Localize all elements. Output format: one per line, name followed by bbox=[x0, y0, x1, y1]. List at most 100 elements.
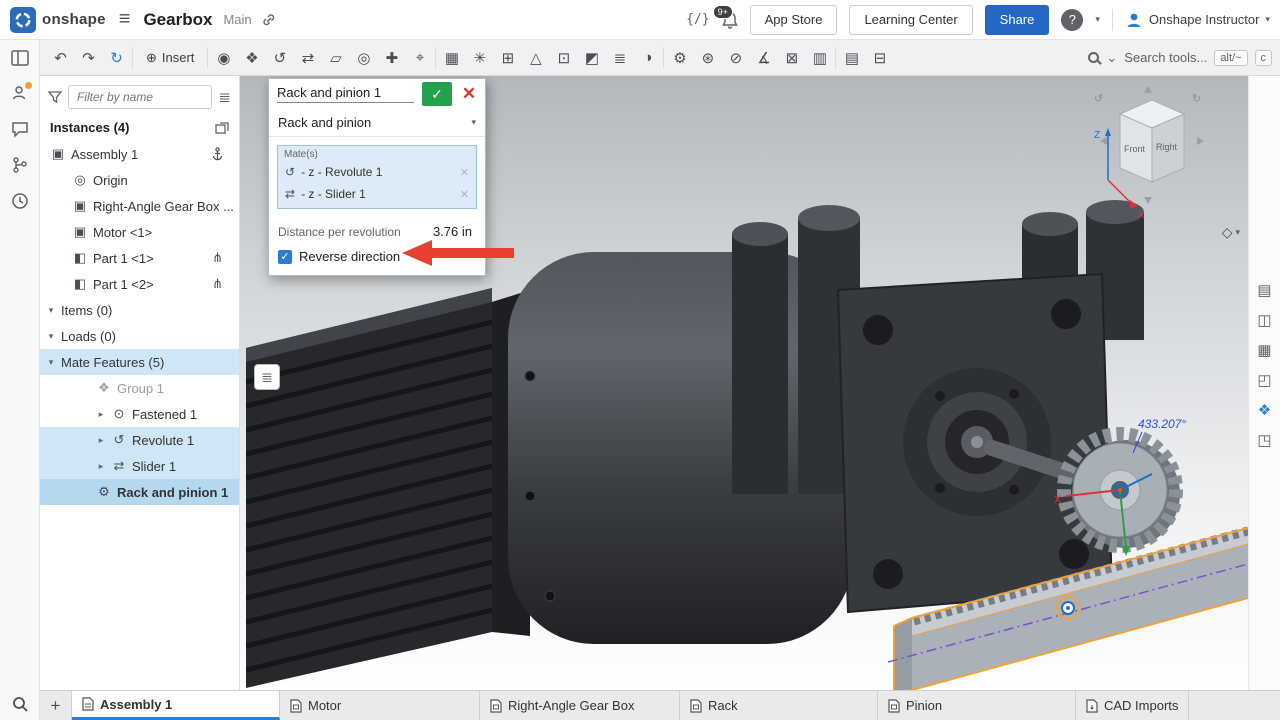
tree-item-fastened1[interactable]: ▸ ⊙ Fastened 1 bbox=[40, 401, 239, 427]
mate-item-slider[interactable]: ⇄ - z - Slider 1 ✕ bbox=[278, 183, 476, 205]
open-panel-icon[interactable] bbox=[215, 122, 229, 134]
export-panel-icon[interactable]: ◳ bbox=[1257, 431, 1271, 449]
gearbox-flange[interactable] bbox=[838, 274, 1112, 612]
planar-tool-icon[interactable]: ▱ bbox=[323, 45, 348, 71]
learning-center-button[interactable]: Learning Center bbox=[849, 5, 972, 35]
filter-icon[interactable] bbox=[48, 91, 62, 103]
insert-button[interactable]: ⊕ Insert bbox=[136, 45, 204, 71]
assembly-features-toggle[interactable]: ≣ bbox=[254, 364, 280, 390]
search-zoom-icon[interactable] bbox=[11, 695, 29, 713]
help-button[interactable]: ? bbox=[1061, 9, 1083, 31]
chevron-right-icon[interactable]: ▸ bbox=[96, 435, 106, 446]
share-button[interactable]: Share bbox=[985, 5, 1050, 35]
remove-mate-icon[interactable]: ✕ bbox=[460, 166, 469, 179]
gear-relation-tool-icon[interactable]: ⚙ bbox=[667, 45, 692, 71]
help-caret-icon[interactable]: ▾ bbox=[1095, 14, 1100, 25]
revolute-tool-icon[interactable]: ↺ bbox=[267, 45, 292, 71]
group-tool-icon[interactable]: ❖ bbox=[239, 45, 264, 71]
tree-item-group1[interactable]: ❖ Group 1 bbox=[40, 375, 239, 401]
feature-script-icon[interactable]: {/} bbox=[686, 12, 709, 27]
chevron-right-icon[interactable]: ▸ bbox=[96, 461, 106, 472]
appearance-tool-icon[interactable]: ◑ bbox=[635, 45, 660, 71]
mate-type-dropdown[interactable]: Rack and pinion ▾ bbox=[269, 109, 485, 137]
chevron-right-icon[interactable]: ▸ bbox=[96, 409, 106, 420]
viewcube-arrow-up[interactable] bbox=[1144, 86, 1152, 93]
main-menu-icon[interactable]: ≡ bbox=[115, 8, 135, 31]
mate-tool-icon[interactable]: ◉ bbox=[211, 45, 236, 71]
3d-viewport[interactable]: X 433.207° bbox=[240, 76, 1248, 690]
tree-item-motor[interactable]: ▣ Motor <1> bbox=[40, 219, 239, 245]
versions-icon[interactable] bbox=[11, 156, 29, 174]
tab-pinion[interactable]: Pinion bbox=[878, 691, 1076, 720]
filter-by-name-input[interactable] bbox=[68, 85, 212, 109]
translate-tool-icon[interactable]: ✚ bbox=[379, 45, 404, 71]
sync-icon[interactable]: ↻ bbox=[104, 45, 129, 71]
document-title[interactable]: Gearbox bbox=[143, 10, 212, 30]
rotate-cw-icon[interactable]: ↻ bbox=[1192, 93, 1201, 105]
interference-tool-icon[interactable]: ⊠ bbox=[779, 45, 804, 71]
tables-panel-icon[interactable]: ▦ bbox=[1257, 341, 1271, 359]
viewcube-arrow-left[interactable] bbox=[1100, 137, 1107, 145]
comments-icon[interactable] bbox=[11, 120, 29, 138]
app-store-button[interactable]: App Store bbox=[750, 5, 838, 35]
add-tab-button[interactable]: + bbox=[40, 691, 72, 720]
motor-fin-block[interactable] bbox=[246, 288, 492, 688]
remove-mate-icon[interactable]: ✕ bbox=[460, 188, 469, 201]
viewcube-arrow-right[interactable] bbox=[1197, 137, 1204, 145]
tree-item-revolute1[interactable]: ▸ ↺ Revolute 1 bbox=[40, 427, 239, 453]
tab-motor[interactable]: Motor bbox=[280, 691, 480, 720]
tree-item-items[interactable]: ▾ Items (0) bbox=[40, 297, 239, 323]
screw-relation-tool-icon[interactable]: ⊘ bbox=[723, 45, 748, 71]
layout-panel-icon[interactable]: ◰ bbox=[1257, 371, 1271, 389]
circular-pattern-tool-icon[interactable]: ✳ bbox=[467, 45, 492, 71]
chevron-down-icon[interactable]: ▾ bbox=[46, 331, 56, 342]
view-cube[interactable]: ↺ ↻ Front Right Z bbox=[1088, 84, 1208, 224]
undo-icon[interactable]: ↶ bbox=[48, 45, 73, 71]
tab-assembly1[interactable]: Assembly 1 bbox=[72, 691, 280, 720]
viewcube-arrow-down[interactable] bbox=[1144, 197, 1152, 204]
onshape-logo[interactable]: onshape bbox=[10, 7, 106, 33]
ball-tool-icon[interactable]: ◎ bbox=[351, 45, 376, 71]
explode-tool-icon[interactable]: △ bbox=[523, 45, 548, 71]
tree-item-loads[interactable]: ▾ Loads (0) bbox=[40, 323, 239, 349]
mate-item-revolute[interactable]: ↺ - z - Revolute 1 ✕ bbox=[278, 161, 476, 183]
document-panels-icon[interactable] bbox=[11, 50, 29, 66]
display-states-tool-icon[interactable]: ◩ bbox=[579, 45, 604, 71]
rotate-ccw-icon[interactable]: ↺ bbox=[1094, 93, 1103, 105]
search-tools[interactable]: ⌄ Search tools... alt/~ c bbox=[1088, 50, 1272, 66]
frame-tool-icon[interactable]: ▥ bbox=[807, 45, 832, 71]
sheet-metal-tool-icon[interactable]: ▤ bbox=[839, 45, 864, 71]
tree-item-part1-1[interactable]: ◧ Part 1 <1> ⋔ bbox=[40, 245, 239, 271]
dialog-cancel-button[interactable]: ✕ bbox=[459, 84, 479, 104]
tab-right-angle-gear-box[interactable]: Right-Angle Gear Box bbox=[480, 691, 680, 720]
slider-tool-icon[interactable]: ⇄ bbox=[295, 45, 320, 71]
replicate-tool-icon[interactable]: ⊞ bbox=[495, 45, 520, 71]
redo-icon[interactable]: ↷ bbox=[76, 45, 101, 71]
tree-item-slider1[interactable]: ▸ ⇄ Slider 1 bbox=[40, 453, 239, 479]
dialog-accept-button[interactable]: ✓ bbox=[422, 82, 452, 106]
tree-item-rack-and-pinion1[interactable]: ⚙ Rack and pinion 1 bbox=[40, 479, 239, 505]
measure-tool-icon[interactable]: ∡ bbox=[751, 45, 776, 71]
chevron-down-icon[interactable]: ▾ bbox=[46, 357, 56, 368]
share-link-icon[interactable] bbox=[261, 12, 277, 28]
tree-item-right-angle-gear-box[interactable]: ▣ Right-Angle Gear Box ... bbox=[40, 193, 239, 219]
snap-tool-icon[interactable]: ⌖ bbox=[407, 45, 432, 71]
properties-panel-icon[interactable]: ▤ bbox=[1257, 281, 1271, 299]
tab-rack[interactable]: Rack bbox=[680, 691, 878, 720]
tree-item-assembly[interactable]: ▣ Assembly 1 bbox=[40, 141, 239, 167]
tree-item-mate-features[interactable]: ▾ Mate Features (5) bbox=[40, 349, 239, 375]
reverse-direction-checkbox[interactable]: ✓ bbox=[278, 250, 292, 264]
display-mode-button[interactable]: ◇ ▾ bbox=[1222, 224, 1240, 241]
linear-pattern-tool-icon[interactable]: ▦ bbox=[439, 45, 464, 71]
follow-mode-icon[interactable] bbox=[11, 84, 29, 102]
list-view-icon[interactable]: ≣ bbox=[218, 88, 231, 106]
distance-per-revolution-input[interactable]: 3.76 in bbox=[429, 222, 476, 241]
configurations-tool-icon[interactable]: ⊟ bbox=[867, 45, 892, 71]
tab-cad-imports[interactable]: CAD Imports bbox=[1076, 691, 1189, 720]
notifications-bell-icon[interactable]: 9+ bbox=[722, 11, 738, 29]
tree-item-origin[interactable]: ◎ Origin bbox=[40, 167, 239, 193]
appearance-panel-icon[interactable]: ❖ bbox=[1258, 401, 1271, 419]
mates-selection-box[interactable]: Mate(s) ↺ - z - Revolute 1 ✕ ⇄ - z - Sli… bbox=[277, 145, 477, 209]
account-menu[interactable]: Onshape Instructor ▾ bbox=[1125, 11, 1270, 29]
bom-tool-icon[interactable]: ≣ bbox=[607, 45, 632, 71]
